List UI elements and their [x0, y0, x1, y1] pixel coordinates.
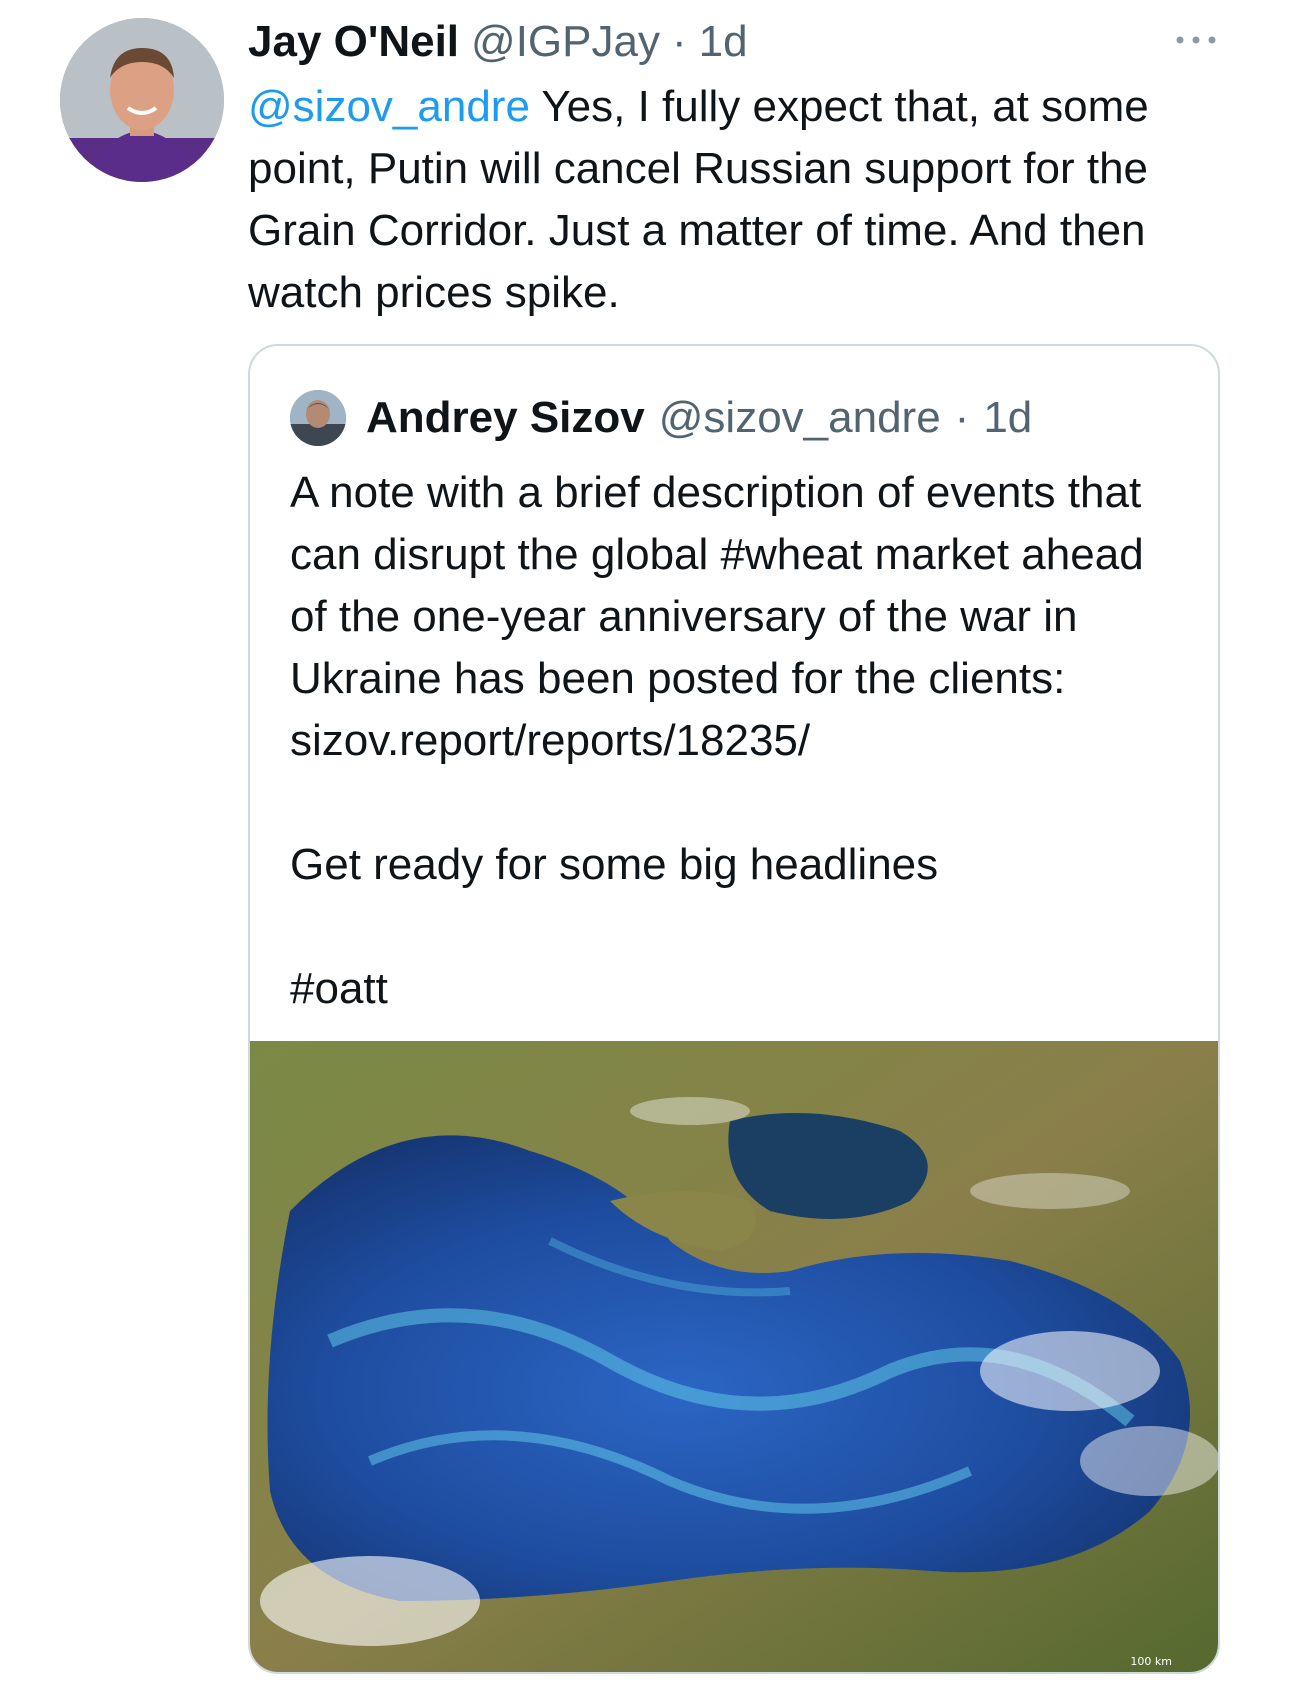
quoted-timestamp: 1d — [983, 393, 1033, 442]
map-scale-label: 100 km — [1130, 1655, 1172, 1668]
quoted-author-name: Andrey Sizov — [366, 393, 645, 442]
tweet-header: Jay O'Neil @IGPJay · 1d — [248, 14, 748, 70]
tweet-timestamp[interactable]: 1d — [699, 14, 748, 70]
mention-link[interactable]: @sizov_andre — [248, 82, 530, 131]
quoted-author-avatar — [290, 390, 346, 446]
quoted-header-separator: · — [954, 393, 970, 442]
satellite-image-black-sea[interactable]: 100 km — [250, 1041, 1218, 1672]
author-avatar[interactable] — [60, 18, 224, 182]
tweet[interactable]: Jay O'Neil @IGPJay · 1d @sizov_andre Yes… — [0, 0, 1290, 1708]
header-separator: · — [671, 17, 687, 66]
quoted-paragraph-3: #oatt — [290, 964, 388, 1013]
quoted-tweet-text: A note with a brief description of event… — [290, 462, 1190, 1020]
author-name[interactable]: Jay O'Neil — [248, 14, 459, 70]
quoted-author-handle: @sizov_andre — [658, 393, 941, 442]
quoted-tweet[interactable]: Andrey Sizov @sizov_andre · 1d A note wi… — [248, 344, 1220, 1674]
quoted-paragraph-2: Get ready for some big headlines — [290, 840, 939, 889]
quoted-tweet-header: Andrey Sizov @sizov_andre · 1d — [290, 390, 1032, 446]
more-horizontal-icon[interactable] — [1172, 30, 1220, 50]
author-handle[interactable]: @IGPJay — [471, 14, 660, 70]
tweet-text: @sizov_andre Yes, I fully expect that, a… — [248, 76, 1238, 324]
quoted-paragraph-1: A note with a brief description of event… — [290, 468, 1144, 765]
